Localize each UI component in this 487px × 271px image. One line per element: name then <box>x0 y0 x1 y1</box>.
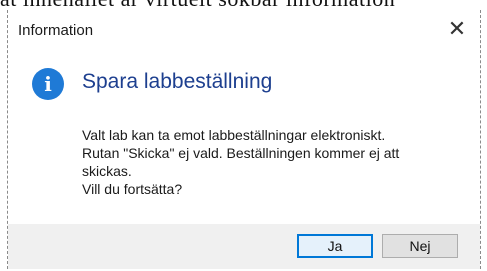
info-icon: i <box>32 68 64 100</box>
message-line: Vill du fortsätta? <box>82 181 183 197</box>
information-dialog: Information ✕ i Spara labbeställning Val… <box>7 10 481 269</box>
close-icon[interactable]: ✕ <box>442 14 472 44</box>
dialog-footer: Ja Nej <box>8 224 480 269</box>
message-line: Rutan "Skicka" ej vald. Beställningen ko… <box>82 145 400 161</box>
background-window-text: at innehållet är virtuelt sökbar informa… <box>0 0 487 10</box>
no-button[interactable]: Nej <box>382 234 458 258</box>
dialog-message: Valt lab kan ta emot labbeställningar el… <box>82 126 472 198</box>
message-line: skickas. <box>82 163 132 179</box>
dialog-content: i Spara labbeställning Valt lab kan ta e… <box>8 46 480 224</box>
dialog-heading: Spara labbeställning <box>82 70 273 93</box>
yes-button[interactable]: Ja <box>297 234 373 258</box>
message-line: Valt lab kan ta emot labbeställningar el… <box>82 127 386 143</box>
dialog-titlebar[interactable]: Information ✕ <box>8 10 480 46</box>
dialog-title: Information <box>18 22 94 39</box>
